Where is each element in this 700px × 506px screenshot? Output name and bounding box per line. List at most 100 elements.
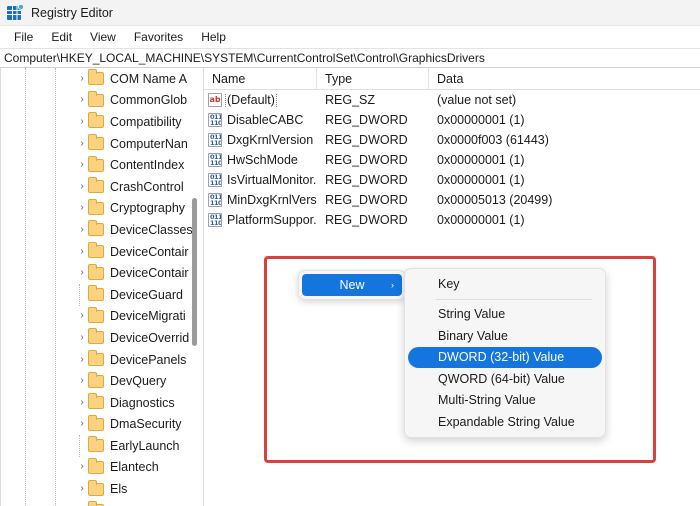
chevron-right-icon[interactable]: › <box>76 268 88 278</box>
folder-icon <box>88 90 104 107</box>
submenu-item[interactable]: QWORD (64-bit) Value <box>408 368 602 390</box>
tree-scrollbar-thumb[interactable] <box>192 198 197 346</box>
chevron-right-icon[interactable]: › <box>76 138 88 149</box>
value-row[interactable]: 011 110 DxgKrnlVersion REG_DWORD 0x0000f003 … <box>204 130 700 150</box>
chevron-right-icon[interactable]: › <box>76 95 88 105</box>
chevron-right-icon[interactable]: › <box>76 376 88 386</box>
tree-item[interactable]: › CrashControl <box>0 176 203 198</box>
registry-path-text: Computer\HKEY_LOCAL_MACHINE\SYSTEM\Curre… <box>4 51 485 65</box>
value-row[interactable]: 011110 MinDxgKrnlVersi... REG_DWORD 0x00005… <box>204 190 700 210</box>
chevron-right-icon[interactable]: › <box>76 397 88 408</box>
registry-tree-pane[interactable]: › COM Name A › CommonGlob › Compatibility › Com… <box>0 68 204 506</box>
tree-vertical-scrollbar[interactable] <box>189 68 200 506</box>
value-name-cell: 011 110 DisableCABC <box>204 113 317 127</box>
tree-item[interactable]: › DeviceClasses <box>0 219 203 241</box>
tree-scroll-area: › COM Name A › CommonGlob › Compatibility › Com… <box>0 68 203 506</box>
column-header-name[interactable]: Name <box>204 68 317 89</box>
value-data-cell: 0x0000f003 (61443) <box>437 133 549 147</box>
tree-item[interactable]: › DmaSecurity <box>0 414 203 436</box>
chevron-right-icon[interactable]: › <box>76 203 88 213</box>
chevron-right-icon[interactable]: › <box>76 73 88 84</box>
tree-item[interactable]: › Els <box>0 478 203 500</box>
value-type-cell: REG_DWORD <box>325 213 408 227</box>
title-bar: Registry Editor <box>0 0 700 26</box>
chevron-right-icon[interactable]: › <box>76 332 88 343</box>
value-name-text: MinDxgKrnlVersi... <box>227 193 317 207</box>
menu-item-help[interactable]: Help <box>192 28 235 46</box>
value-row[interactable]: 011 110 HwSchMode REG_DWORD 0x00000001 (1) <box>204 150 700 170</box>
tree-item[interactable]: › Compatibility <box>0 111 203 133</box>
tree-item[interactable]: › DeviceMigrati <box>0 306 203 328</box>
value-row[interactable]: ab (Default) REG_SZ (value not set) <box>204 90 700 110</box>
window-title: Registry Editor <box>31 5 113 20</box>
chevron-right-icon[interactable]: › <box>76 419 88 429</box>
chevron-right-icon[interactable]: › <box>76 354 88 365</box>
chevron-right-icon[interactable]: › <box>76 160 88 170</box>
menu-item-view[interactable]: View <box>81 28 125 46</box>
tree-item[interactable]: › Diagnostics <box>0 392 203 414</box>
folder-icon <box>88 177 104 194</box>
folder-icon <box>88 436 104 453</box>
menu-item-favorites[interactable]: Favorites <box>125 28 192 46</box>
chevron-right-icon[interactable]: › <box>76 311 88 321</box>
address-bar[interactable]: Computer\HKEY_LOCAL_MACHINE\SYSTEM\Curre… <box>0 48 700 68</box>
value-row[interactable]: 011 110 PlatformSuppor... REG_DWORD 0x000000… <box>204 210 700 230</box>
tree-item-label: DeviceContair <box>110 266 189 281</box>
submenu-item[interactable]: Binary Value <box>408 325 602 347</box>
chevron-right-icon[interactable]: › <box>76 484 88 494</box>
chevron-right-icon[interactable]: › <box>76 462 88 472</box>
folder-icon <box>88 350 104 367</box>
chevron-right-icon[interactable]: › <box>76 224 88 235</box>
dword-value-icon: 011 110 <box>208 193 222 207</box>
context-menu: New › <box>298 270 406 300</box>
menu-item-file[interactable]: File <box>5 28 42 46</box>
tree-item-label: DeviceGuard <box>110 287 183 302</box>
tree-item[interactable]: › DevicePanels <box>0 349 203 371</box>
tree-item[interactable]: › DeviceContair <box>0 241 203 263</box>
chevron-right-icon[interactable]: › <box>76 246 88 257</box>
value-name-text: (Default) <box>225 93 277 107</box>
column-header-data[interactable]: Data <box>429 68 700 89</box>
tree-item[interactable]: DeviceGuard <box>0 283 203 306</box>
submenu-item[interactable]: Multi-String Value <box>408 390 602 412</box>
menu-item-edit[interactable]: Edit <box>42 28 81 46</box>
folder-icon <box>88 393 104 410</box>
value-data-cell: 0x00000001 (1) <box>437 213 525 227</box>
tree-item[interactable]: › ContentIndex <box>0 154 203 176</box>
tree-item-label: Diagnostics <box>110 395 175 410</box>
folder-icon <box>88 112 104 129</box>
submenu-item[interactable]: String Value <box>408 304 602 326</box>
value-row[interactable]: 011 110 DisableCABC REG_DWORD 0x00000001 (1) <box>204 110 700 130</box>
folder-icon <box>88 69 104 86</box>
value-type-cell: REG_DWORD <box>325 113 408 127</box>
folder-icon <box>88 198 104 215</box>
column-header-type[interactable]: Type <box>317 68 429 89</box>
folder-icon <box>88 371 104 388</box>
value-name-text: HwSchMode <box>227 153 298 167</box>
folder-icon <box>88 306 104 323</box>
tree-item[interactable]: › COM Name A <box>0 68 203 90</box>
context-menu-item-new-label: New <box>339 278 365 292</box>
submenu-item[interactable]: Key <box>408 273 602 295</box>
tree-item[interactable]: › DevQuery <box>0 370 203 392</box>
submenu-item[interactable]: DWORD (32-bit) Value <box>408 346 602 368</box>
tree-item[interactable]: › DeviceContair <box>0 262 203 284</box>
tree-item[interactable]: › Cryptography <box>0 198 203 220</box>
submenu-item[interactable]: Expandable String Value <box>408 411 602 433</box>
context-menu-item-new[interactable]: New › <box>302 274 402 296</box>
value-name-cell: 011 110 DxgKrnlVersion <box>204 133 317 147</box>
chevron-right-icon[interactable]: › <box>76 181 88 192</box>
value-type-cell: REG_DWORD <box>325 173 408 187</box>
tree-item-label: ContentIndex <box>110 158 185 173</box>
value-name-text: DisableCABC <box>227 113 304 127</box>
tree-item[interactable]: EarlyLaunch <box>0 435 203 457</box>
tree-item[interactable]: › DeviceOverrid <box>0 327 203 349</box>
folder-icon <box>88 285 104 302</box>
tree-item[interactable]: › ComputerNan <box>0 133 203 155</box>
value-row[interactable]: 011 110 IsVirtualMonitor... REG_DWORD 0x0000… <box>204 170 700 190</box>
value-name-cell: 011 110 HwSchMode <box>204 153 317 167</box>
tree-item[interactable]: ›Errata <box>0 500 203 506</box>
chevron-right-icon[interactable]: › <box>76 116 88 127</box>
tree-item[interactable]: › CommonGlob <box>0 90 203 112</box>
tree-item[interactable]: › Elantech <box>0 457 203 479</box>
